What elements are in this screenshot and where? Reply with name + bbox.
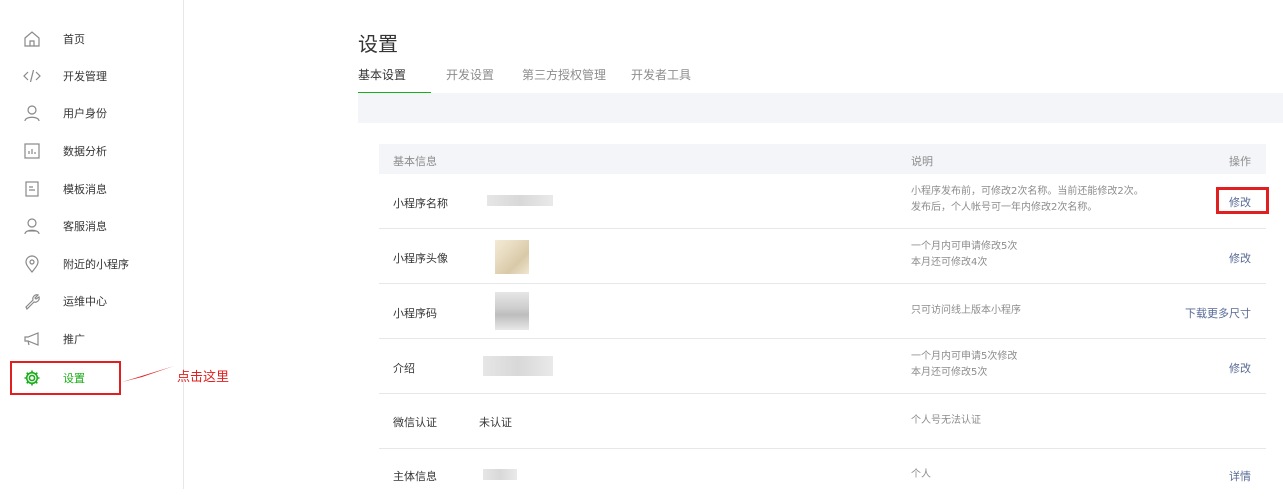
row-desc: 只可访问线上版本小程序 (911, 303, 1021, 319)
row-desc: 一个月内可申请修改5次 本月还可修改4次 (911, 239, 1017, 271)
sidebar-item-label: 推广 (63, 333, 85, 346)
sidebar-item-label: 用户身份 (63, 107, 107, 120)
user-icon (23, 104, 41, 122)
sidebar-item-label: 运维中心 (63, 295, 107, 308)
desc-line: 小程序发布前，可修改2次名称。当前还能修改2次。 (911, 186, 1144, 197)
table-row: 主体信息 个人 详情 (379, 449, 1266, 503)
sidebar-item-user-identity[interactable]: 用户身份 (0, 95, 183, 131)
annotation-arrow-icon (122, 366, 174, 382)
sidebar-item-label: 客服消息 (63, 220, 107, 233)
entity-details-link[interactable]: 详情 (1229, 468, 1251, 484)
edit-intro-button[interactable]: 修改 (1229, 360, 1251, 376)
sidebar-item-home[interactable]: 首页 (0, 21, 183, 57)
row-label: 小程序头像 (393, 252, 448, 265)
sidebar-item-template-message[interactable]: 模板消息 (0, 171, 183, 207)
document-icon (23, 180, 41, 198)
desc-line: 个人号无法认证 (911, 415, 981, 426)
row-desc: 个人号无法认证 (911, 413, 981, 429)
row-desc: 个人 (911, 467, 931, 483)
sidebar-item-nearby-miniprogram[interactable]: 附近的小程序 (0, 246, 183, 282)
download-more-sizes-link[interactable]: 下载更多尺寸 (1185, 305, 1251, 321)
megaphone-icon (23, 330, 41, 348)
table-row: 微信认证 未认证 个人号无法认证 (379, 394, 1266, 449)
tab-label: 第三方授权管理 (522, 68, 607, 82)
sidebar-item-label: 模板消息 (63, 183, 107, 196)
sidebar-item-dev-management[interactable]: 开发管理 (0, 58, 183, 94)
tab-developer-tools[interactable]: 开发者工具 (631, 66, 691, 92)
tab-bar: 基本设置 开发设置 第三方授权管理 开发者工具 (358, 66, 1283, 94)
row-label: 小程序码 (393, 307, 437, 320)
sidebar-item-label: 附近的小程序 (63, 258, 129, 271)
table-row: 小程序码 只可访问线上版本小程序 下载更多尺寸 (379, 284, 1266, 339)
tab-label: 基本设置 (358, 68, 407, 82)
miniprogram-qr-code (495, 292, 529, 330)
location-icon (23, 255, 41, 273)
header-op: 操作 (1229, 155, 1251, 168)
table-row: 小程序头像 一个月内可申请修改5次 本月还可修改4次 修改 (379, 229, 1266, 284)
wrench-icon (23, 292, 41, 310)
annotation-highlight-box (10, 361, 121, 395)
row-label: 介绍 (393, 362, 415, 375)
sidebar-item-data-analysis[interactable]: 数据分析 (0, 133, 183, 169)
desc-line: 个人 (911, 469, 931, 480)
customer-service-icon (23, 217, 41, 235)
tab-label: 开发者工具 (631, 68, 692, 82)
sidebar-item-ops-center[interactable]: 运维中心 (0, 283, 183, 319)
header-desc: 说明 (911, 155, 933, 168)
sidebar-item-promotion[interactable]: 推广 (0, 321, 183, 357)
sidebar-item-label: 数据分析 (63, 145, 107, 158)
tab-third-party-auth[interactable]: 第三方授权管理 (522, 66, 606, 92)
table-header: 基本信息 说明 操作 (379, 144, 1266, 174)
code-icon (23, 67, 41, 85)
redacted-entity (483, 469, 517, 480)
sidebar-item-label: 首页 (63, 33, 85, 46)
table-row: 小程序名称 小程序发布前，可修改2次名称。当前还能修改2次。 发布后，个人帐号可… (379, 174, 1266, 229)
content-gap (358, 93, 1283, 123)
desc-line: 一个月内可申请5次修改 (911, 351, 1018, 362)
row-label: 主体信息 (393, 470, 437, 483)
annotation-text: 点击这里 (177, 370, 230, 385)
annotation-highlight-box (1216, 187, 1269, 214)
tab-basic-settings[interactable]: 基本设置 (358, 66, 431, 94)
home-icon (23, 30, 41, 48)
desc-line: 一个月内可申请修改5次 (911, 241, 1018, 252)
desc-line: 只可访问线上版本小程序 (911, 305, 1021, 316)
verification-status: 未认证 (479, 416, 512, 429)
desc-line: 本月还可修改4次 (911, 257, 988, 268)
tab-label: 开发设置 (446, 68, 495, 82)
header-info: 基本信息 (393, 155, 437, 168)
sidebar: 首页 开发管理 用户身份 数据分析 模板消息 客服消息 附近的小程序 运维中心 … (0, 0, 184, 489)
row-desc: 小程序发布前，可修改2次名称。当前还能修改2次。 发布后，个人帐号可一年内修改2… (911, 184, 1144, 216)
chart-icon (23, 142, 41, 160)
edit-avatar-button[interactable]: 修改 (1229, 250, 1251, 266)
row-label: 微信认证 (393, 416, 437, 429)
miniprogram-avatar (495, 240, 529, 274)
row-label: 小程序名称 (393, 197, 448, 210)
row-desc: 一个月内可申请5次修改 本月还可修改5次 (911, 349, 1017, 381)
table-row: 介绍 一个月内可申请5次修改 本月还可修改5次 修改 (379, 339, 1266, 394)
page-title: 设置 (358, 32, 398, 56)
sidebar-item-label: 开发管理 (63, 70, 107, 83)
tab-dev-settings[interactable]: 开发设置 (446, 66, 494, 92)
sidebar-item-customer-service[interactable]: 客服消息 (0, 208, 183, 244)
redacted-intro (483, 356, 553, 376)
desc-line: 发布后，个人帐号可一年内修改2次名称。 (911, 202, 1098, 213)
desc-line: 本月还可修改5次 (911, 367, 988, 378)
redacted-name (487, 195, 553, 206)
